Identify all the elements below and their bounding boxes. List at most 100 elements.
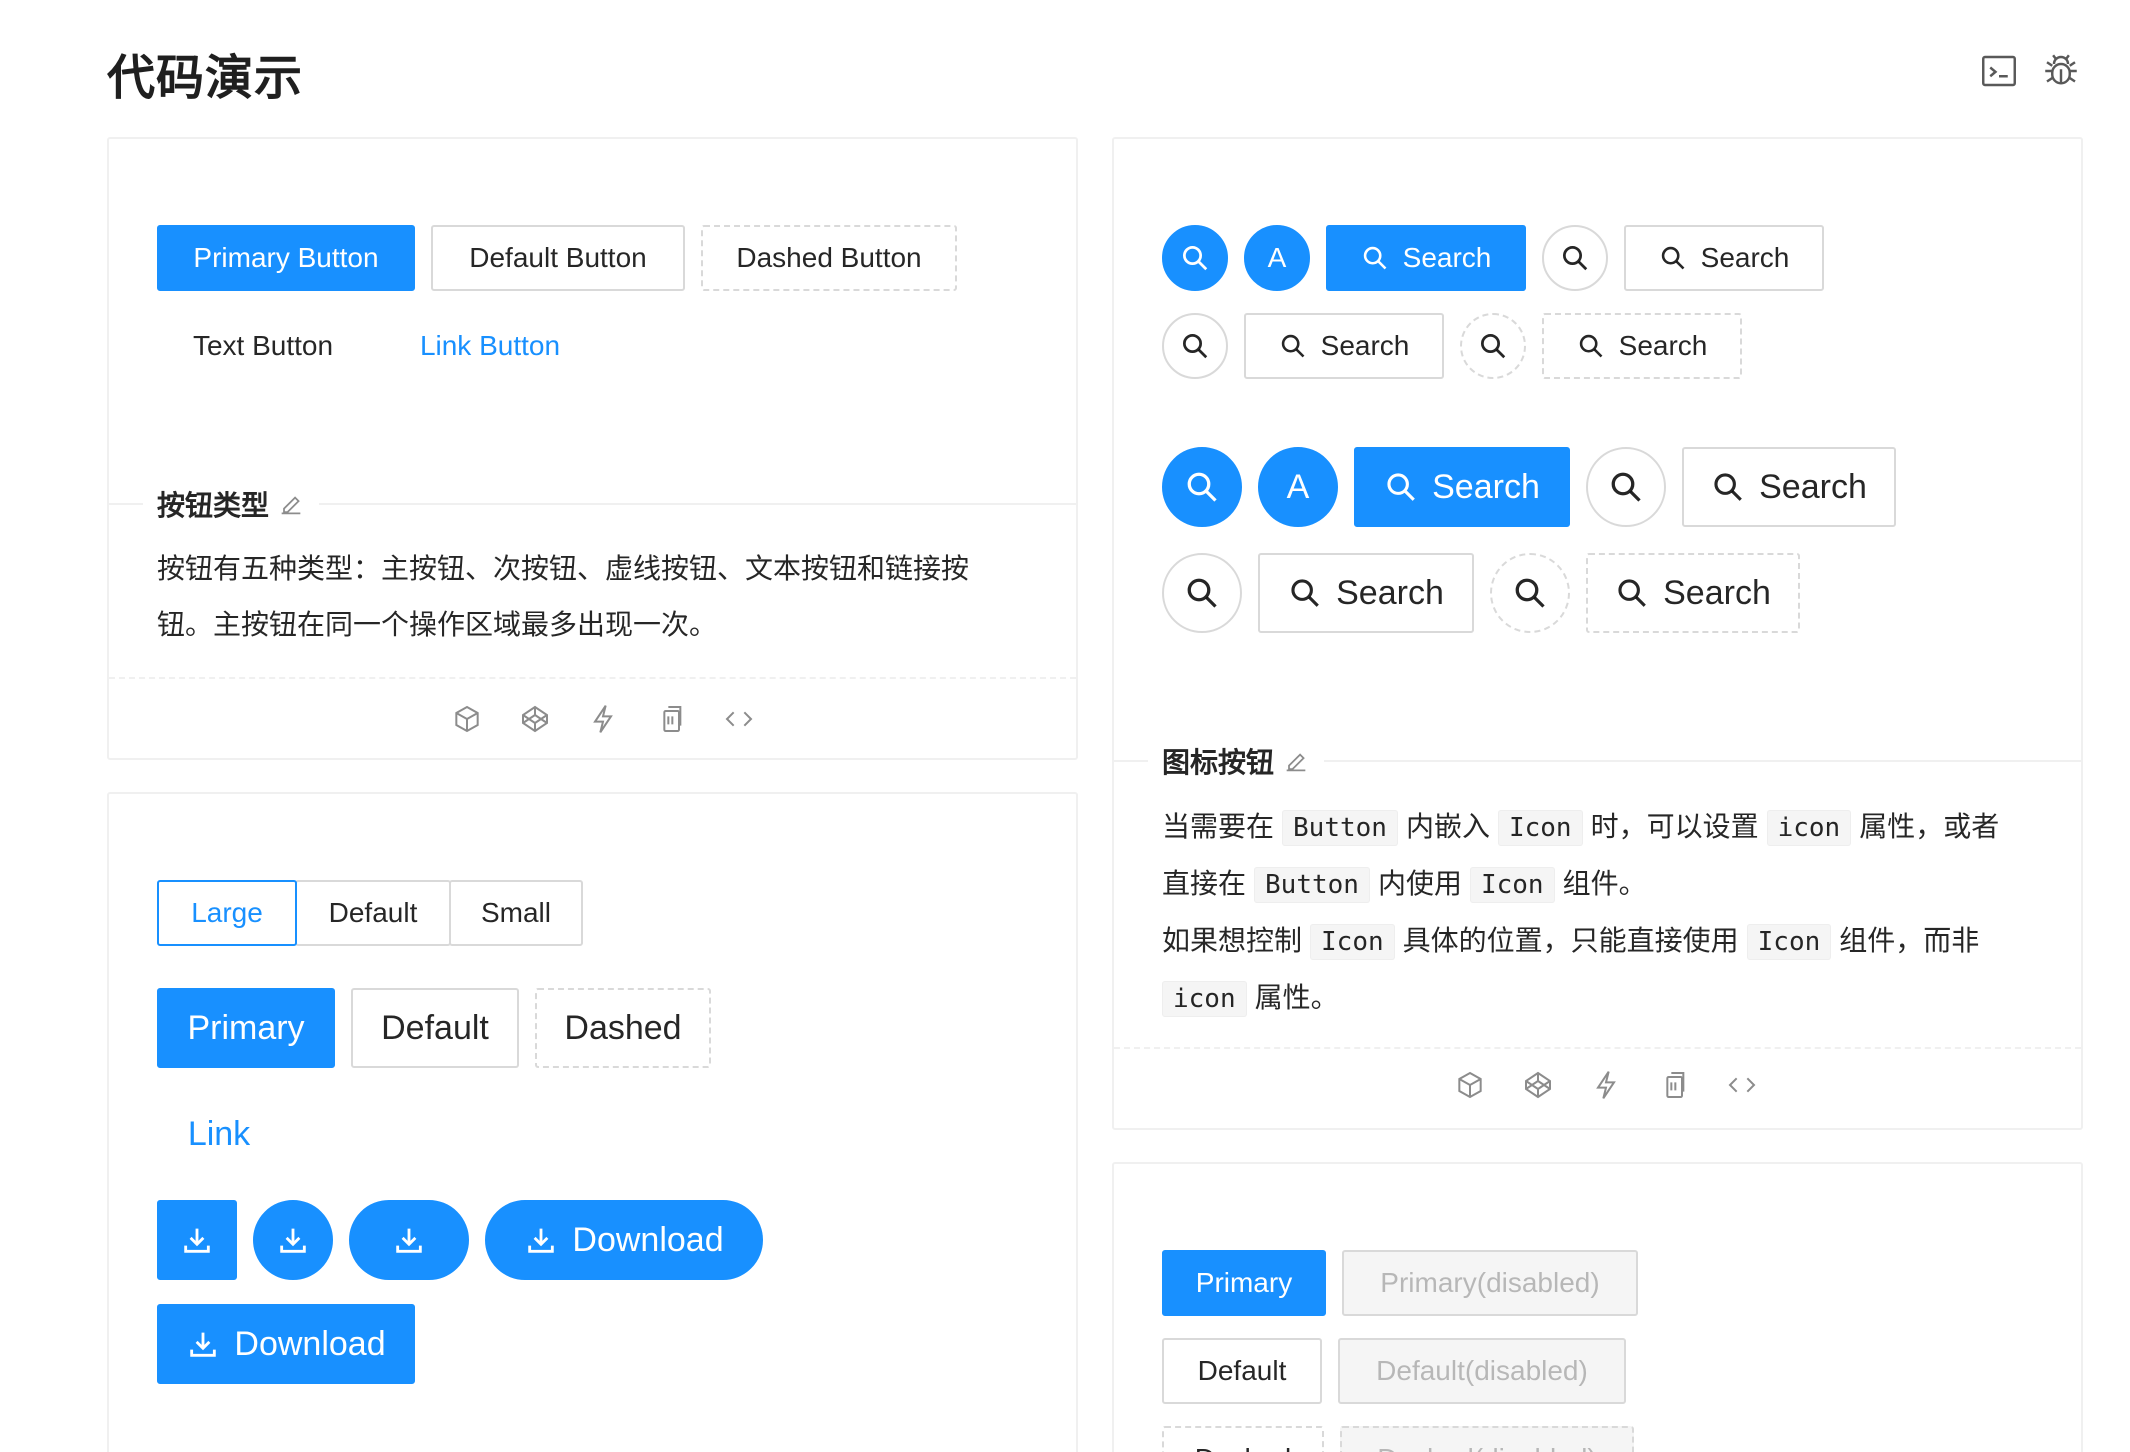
search-icon: [1183, 246, 1208, 271]
thunderbolt-icon[interactable]: [1590, 1069, 1622, 1101]
desc-line: 当需要在 Button 内嵌入 Icon 时，可以设置 icon 属性，或者: [1162, 799, 2042, 856]
copy-icon[interactable]: [1658, 1069, 1690, 1101]
size-radio-small[interactable]: Small: [449, 880, 583, 946]
demo-card-button-type: Primary Button Default Button Dashed But…: [107, 137, 1078, 760]
search-circle-primary-large-button[interactable]: [1162, 447, 1242, 527]
search-default-button[interactable]: Search: [1624, 225, 1824, 291]
meta-title-text: 按钮类型: [157, 489, 270, 522]
button-label: Search: [1663, 573, 1771, 612]
edit-icon[interactable]: [277, 490, 305, 518]
search-icon: [1187, 578, 1217, 608]
meta-description: 按钮有五种类型：主按钮、次按钮、虚线按钮、文本按钮和链接按钮。主按钮在同一个操作…: [157, 552, 970, 641]
codesandbox-icon[interactable]: [451, 703, 483, 735]
copy-icon[interactable]: [655, 703, 687, 735]
search-circle-default-large-button[interactable]: [1162, 553, 1242, 633]
codepen-icon[interactable]: [519, 703, 551, 735]
link-button[interactable]: Link Button: [385, 313, 595, 379]
download-round-text-button[interactable]: Download: [485, 1200, 763, 1280]
dashed-disabled-button: Dashed(disabled): [1340, 1426, 1634, 1452]
search-circle-dashed-button[interactable]: [1460, 313, 1526, 379]
search-primary-large-button[interactable]: Search: [1354, 447, 1570, 527]
button-label: Search: [1432, 467, 1540, 506]
download-icon: [184, 1228, 210, 1253]
size-radio-default[interactable]: Default: [295, 880, 451, 946]
actions-divider: [109, 677, 1076, 679]
button-label: Search: [1336, 573, 1444, 612]
search-icon: [1714, 473, 1742, 501]
codesandbox-icon[interactable]: [1454, 1069, 1486, 1101]
button-label: Search: [1618, 330, 1708, 361]
button-label: Download: [572, 1220, 724, 1259]
default-button[interactable]: Default: [1162, 1338, 1322, 1404]
search-default-large-button[interactable]: Search: [1682, 447, 1896, 527]
actions-divider: [1114, 1047, 2081, 1049]
dashed-button[interactable]: Dashed Button: [701, 225, 957, 291]
code-icon[interactable]: [1726, 1069, 1758, 1101]
search-icon: [1281, 334, 1305, 358]
search-icon: [1291, 579, 1319, 607]
button-label: Search: [1759, 467, 1867, 506]
code-actions: [1454, 1069, 1758, 1101]
edit-icon[interactable]: [1282, 747, 1310, 775]
search-circle-primary-button[interactable]: [1162, 225, 1228, 291]
search-default-large-button[interactable]: Search: [1258, 553, 1474, 633]
download-icon: [280, 1228, 306, 1253]
search-primary-button[interactable]: Search: [1326, 225, 1526, 291]
default-button[interactable]: Default Button: [431, 225, 685, 291]
download-icon: [190, 1332, 217, 1357]
search-dashed-large-button[interactable]: Search: [1586, 553, 1800, 633]
search-icon: [1515, 578, 1545, 608]
download-icon: [396, 1228, 422, 1253]
download-square-button[interactable]: [157, 1200, 237, 1280]
meta-description: 当需要在 Button 内嵌入 Icon 时，可以设置 icon 属性，或者 直接在 Butt…: [1162, 799, 2042, 1027]
download-icon: [528, 1228, 555, 1253]
search-icon: [1611, 472, 1641, 502]
download-text-button[interactable]: Download: [157, 1304, 415, 1384]
primary-button[interactable]: Primary Button: [157, 225, 415, 291]
search-icon: [1579, 334, 1603, 358]
meta-title: 图标按钮: [1148, 742, 1325, 780]
size-radio-large[interactable]: Large: [157, 880, 297, 946]
search-default-button[interactable]: Search: [1244, 313, 1444, 379]
codepen-icon[interactable]: [1522, 1069, 1554, 1101]
terminal-icon[interactable]: [1978, 50, 2020, 92]
search-icon: [1183, 334, 1208, 359]
link-large-button[interactable]: Link: [157, 1094, 281, 1174]
download-round-button[interactable]: [349, 1200, 469, 1280]
demo-card-disabled: Primary Primary(disabled) Default Defaul…: [1112, 1162, 2083, 1452]
desc-line: 如果想控制 Icon 具体的位置，只能直接使用 Icon 组件，而非: [1162, 913, 2042, 970]
button-label: Search: [1320, 330, 1410, 361]
meta-title: 按钮类型: [143, 485, 320, 523]
demo-card-button-size: Large Default Small Primary Default Dash…: [107, 792, 1078, 1452]
bug-icon[interactable]: [2040, 50, 2082, 92]
search-icon: [1618, 579, 1646, 607]
dashed-large-button[interactable]: Dashed: [535, 988, 711, 1068]
text-button[interactable]: Text Button: [157, 313, 369, 379]
letter-circle-large-button[interactable]: A: [1258, 447, 1338, 527]
primary-disabled-button: Primary(disabled): [1342, 1250, 1638, 1316]
search-circle-default-large-button[interactable]: [1586, 447, 1666, 527]
download-circle-button[interactable]: [253, 1200, 333, 1280]
search-circle-dashed-large-button[interactable]: [1490, 553, 1570, 633]
search-icon: [1363, 246, 1387, 270]
dashed-button[interactable]: Dashed: [1162, 1426, 1324, 1452]
letter-circle-button[interactable]: A: [1244, 225, 1310, 291]
code-icon[interactable]: [723, 703, 755, 735]
default-disabled-button: Default(disabled): [1338, 1338, 1626, 1404]
primary-large-button[interactable]: Primary: [157, 988, 335, 1068]
meta-title-text: 图标按钮: [1162, 746, 1275, 779]
button-label: Search: [1402, 242, 1492, 273]
desc-line: icon 属性。: [1162, 970, 2042, 1027]
search-circle-default-button[interactable]: [1162, 313, 1228, 379]
default-large-button[interactable]: Default: [351, 988, 519, 1068]
button-label: Download: [234, 1324, 386, 1363]
search-icon: [1661, 246, 1685, 270]
thunderbolt-icon[interactable]: [587, 703, 619, 735]
page-title: 代码演示: [107, 50, 304, 106]
search-circle-default-button[interactable]: [1542, 225, 1608, 291]
search-icon: [1481, 334, 1506, 359]
search-dashed-button[interactable]: Search: [1542, 313, 1742, 379]
primary-button[interactable]: Primary: [1162, 1250, 1326, 1316]
search-icon: [1387, 473, 1415, 501]
desc-line: 直接在 Button 内使用 Icon 组件。: [1162, 856, 2042, 913]
